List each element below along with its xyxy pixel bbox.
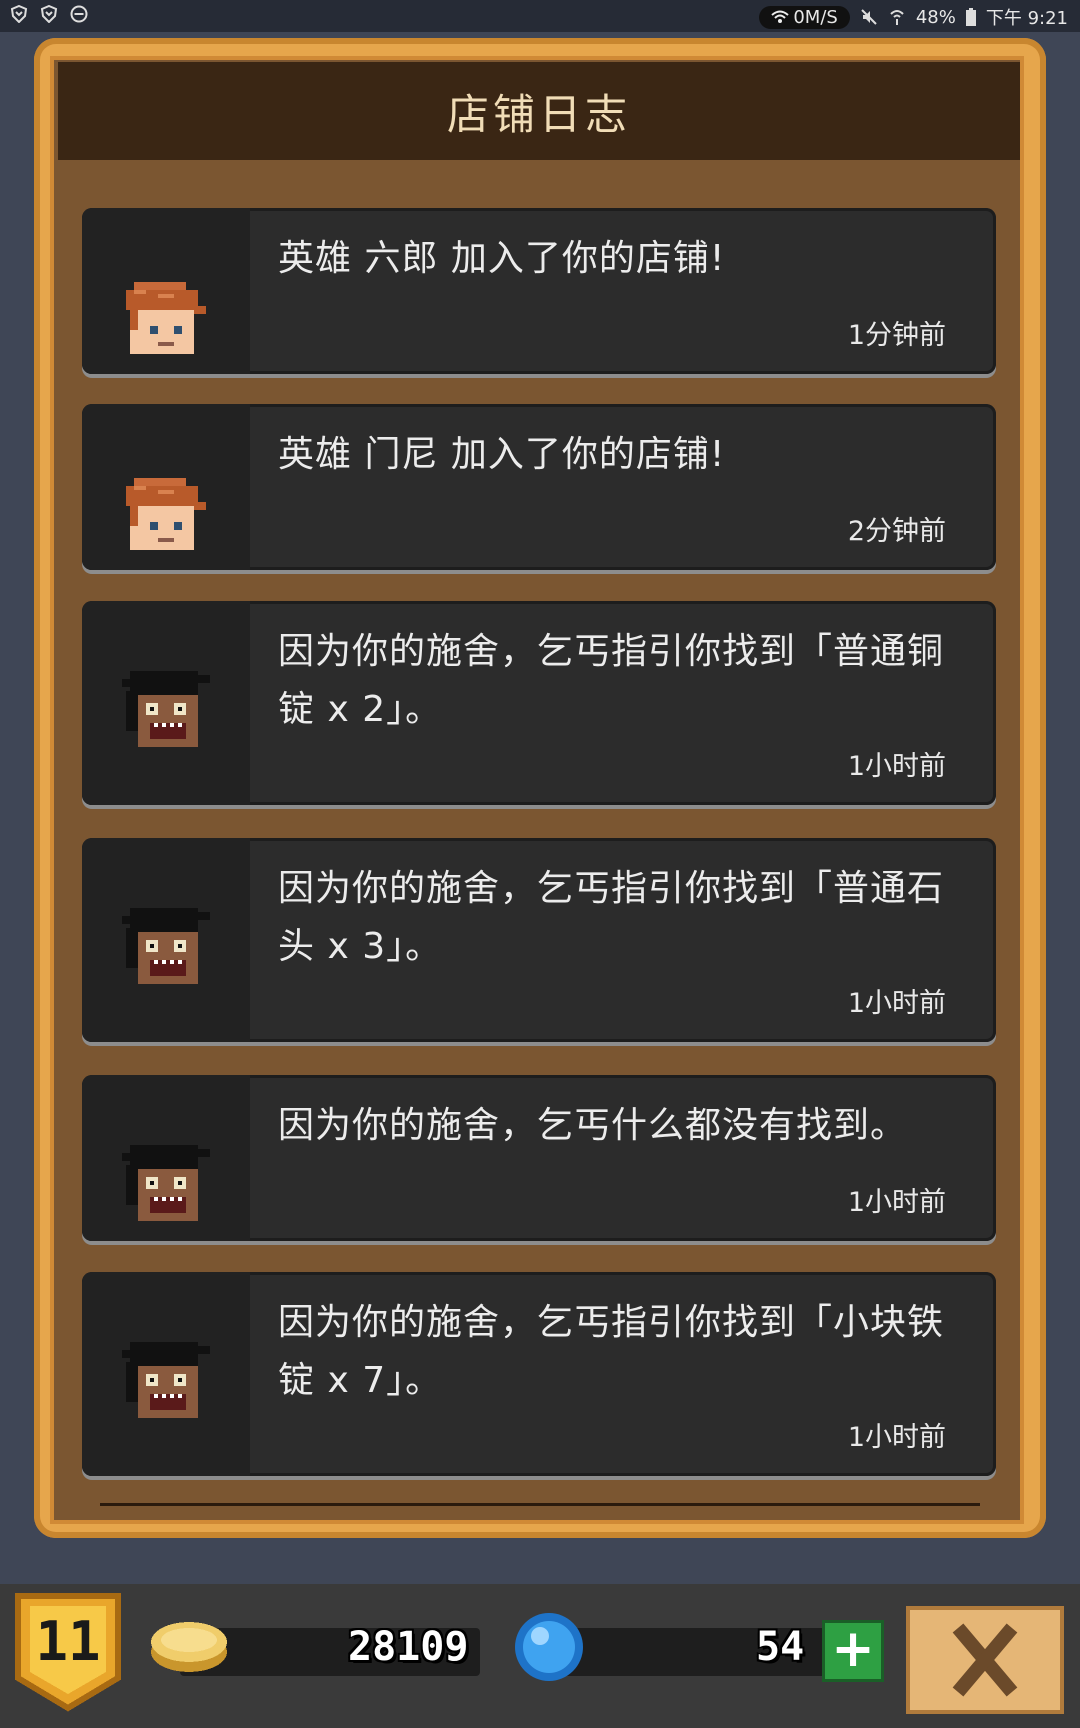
- clock: 下午 9:21: [985, 8, 1068, 29]
- close-icon: [952, 1623, 1018, 1697]
- beggar-icon: [122, 1342, 210, 1418]
- log-entry[interactable]: 因为你的施舍，乞丐指引你找到「小块铁锭 x 7」。 1小时前: [82, 1272, 996, 1476]
- log-message: 因为你的施舍，乞丐什么都没有找到。: [278, 1105, 908, 1146]
- shield-icon: [10, 5, 28, 23]
- log-message: 英雄 六郎 加入了你的店铺!: [278, 238, 726, 279]
- gold-coin-icon: [151, 1622, 227, 1672]
- shield-icon: [40, 5, 58, 23]
- beggar-icon: [122, 671, 210, 747]
- log-time: 1小时前: [847, 751, 946, 782]
- battery-icon: [965, 8, 976, 26]
- log-time: 1小时前: [847, 1187, 946, 1218]
- mute-icon: [861, 9, 877, 25]
- blue-gem-icon: [515, 1613, 583, 1681]
- log-entry[interactable]: 英雄 六郎 加入了你的店铺! 1分钟前: [82, 208, 996, 374]
- log-message: 因为你的施舍，乞丐指引你找到「普通铜锭 x 2」。: [278, 631, 945, 730]
- beggar-icon: [122, 1145, 210, 1221]
- hero-redhair-icon: [126, 282, 206, 354]
- log-entry[interactable]: 英雄 门尼 加入了你的店铺! 2分钟前: [82, 404, 996, 570]
- log-time: 1小时前: [847, 988, 946, 1019]
- status-bar: 0M/S 48% 下午 9:21: [0, 0, 1080, 32]
- buy-gems-button[interactable]: +: [822, 1620, 884, 1682]
- network-speed-pill: 0M/S: [759, 5, 850, 29]
- signal-icon: [890, 10, 904, 25]
- log-time: 1小时前: [847, 1422, 946, 1453]
- log-message: 因为你的施舍，乞丐指引你找到「普通石头 x 3」。: [278, 868, 945, 967]
- gem-amount: 54: [756, 1624, 805, 1670]
- log-message: 英雄 门尼 加入了你的店铺!: [278, 434, 726, 475]
- hero-redhair-icon: [126, 478, 206, 550]
- player-level: 11: [35, 1610, 101, 1673]
- network-speed: 0M/S: [793, 6, 838, 28]
- battery-percent: 48%: [915, 6, 956, 28]
- gold-amount: 28109: [348, 1624, 469, 1670]
- wifi-icon: [771, 10, 790, 23]
- beggar-icon: [122, 908, 210, 984]
- log-time: 1分钟前: [847, 320, 946, 351]
- panel-title: 店铺日志: [446, 89, 631, 139]
- log-entry[interactable]: 因为你的施舍，乞丐指引你找到「普通石头 x 3」。 1小时前: [82, 838, 996, 1042]
- list-end-divider: [100, 1503, 980, 1506]
- log-time: 2分钟前: [847, 516, 946, 547]
- close-button[interactable]: [906, 1606, 1064, 1714]
- log-entry[interactable]: 因为你的施舍，乞丐什么都没有找到。 1小时前: [82, 1075, 996, 1241]
- log-message: 因为你的施舍，乞丐指引你找到「小块铁锭 x 7」。: [278, 1302, 945, 1401]
- panel-header: 店铺日志: [58, 62, 1020, 160]
- do-not-disturb-icon: [70, 5, 88, 23]
- log-entry[interactable]: 因为你的施舍，乞丐指引你找到「普通铜锭 x 2」。 1小时前: [82, 601, 996, 805]
